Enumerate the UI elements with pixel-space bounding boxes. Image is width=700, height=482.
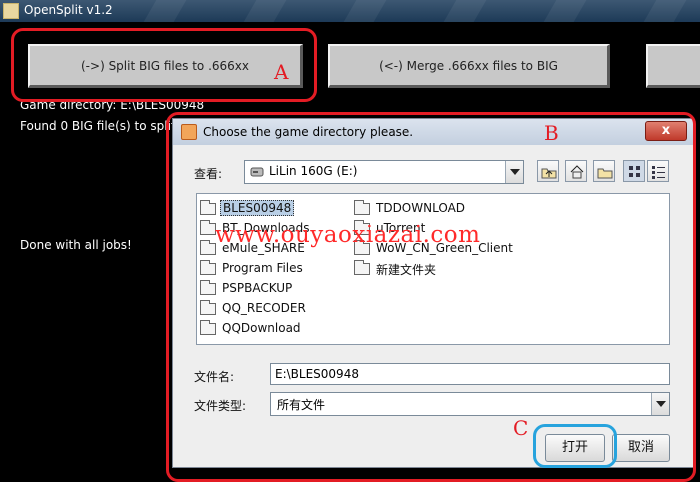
app-title: OpenSplit v1.2	[24, 3, 113, 17]
annotation-b-frame	[166, 112, 696, 482]
app-icon	[3, 3, 19, 19]
annotation-c-letter: C	[513, 416, 529, 440]
annotation-b-letter: B	[544, 121, 559, 145]
annotation-a-letter: A	[274, 60, 289, 84]
merge-button[interactable]: (<-) Merge .666xx files to BIG	[328, 44, 610, 88]
log-line-done: Done with all jobs!	[20, 238, 132, 252]
app-title-bar: OpenSplit v1.2	[0, 0, 700, 22]
third-button[interactable]	[646, 44, 700, 88]
log-line-found: Found 0 BIG file(s) to split.	[20, 119, 180, 133]
annotation-a-frame	[11, 28, 317, 102]
annotation-c-frame	[533, 424, 617, 468]
